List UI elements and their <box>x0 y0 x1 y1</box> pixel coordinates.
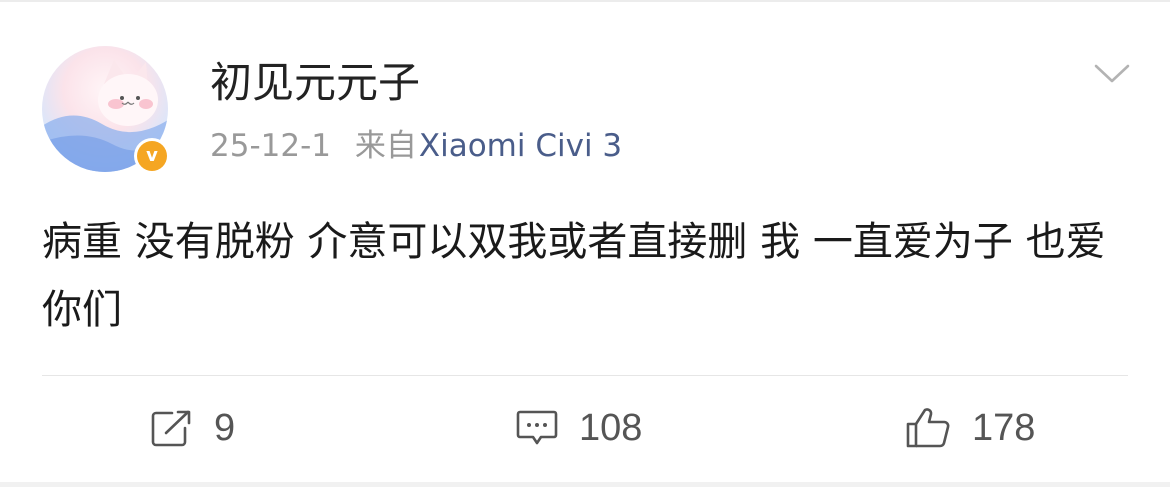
post-date: 25-12-1 <box>210 128 331 164</box>
weibo-post-card: v 初见元元子 25-12-1 来自Xiaomi Civi 3 病重 没有脱粉 … <box>0 0 1170 487</box>
post-text: 病重 没有脱粉 介意可以双我或者直接删 我 一直爱为子 也爱你们 <box>42 219 1106 333</box>
author-name[interactable]: 初见元元子 <box>210 54 420 112</box>
author-avatar[interactable]: v <box>42 46 170 174</box>
comment-icon <box>516 410 558 445</box>
repost-button[interactable]: 9 <box>150 400 235 456</box>
top-divider <box>0 0 1170 2</box>
repost-icon <box>151 410 191 447</box>
repost-count: 9 <box>214 406 236 449</box>
like-button[interactable]: 178 <box>904 400 1035 456</box>
comment-count: 108 <box>579 406 643 449</box>
chevron-down-icon[interactable] <box>1093 62 1131 86</box>
comment-button[interactable]: 108 <box>515 400 642 456</box>
device-source[interactable]: Xiaomi Civi 3 <box>419 128 622 164</box>
from-label: 来自 <box>354 128 417 164</box>
thumbs-up-icon <box>906 408 950 448</box>
post-meta: 25-12-1 来自Xiaomi Civi 3 <box>210 124 622 168</box>
like-count: 178 <box>972 406 1036 449</box>
verified-badge: v <box>134 138 170 174</box>
bottom-divider <box>0 482 1170 487</box>
verified-badge-icon: v <box>137 141 167 171</box>
actions-divider <box>42 375 1128 376</box>
